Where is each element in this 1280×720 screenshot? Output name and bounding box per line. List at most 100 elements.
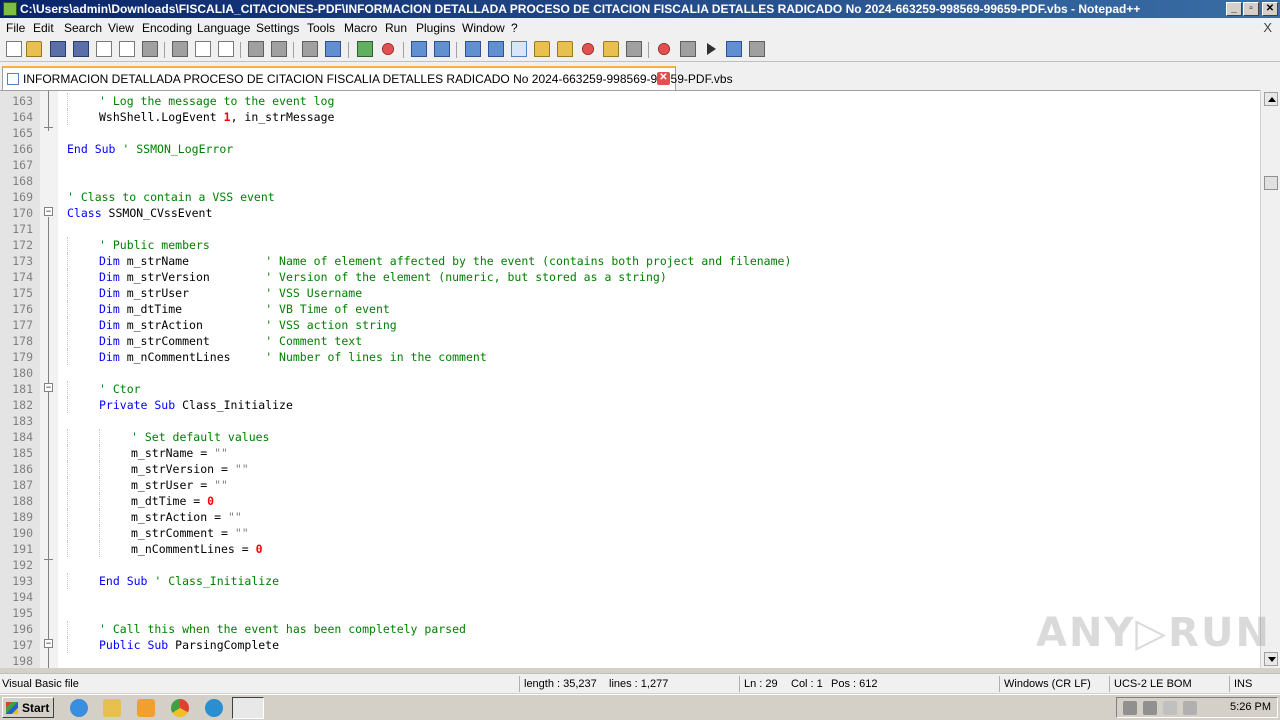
code-line[interactable]: 170 Class SSMON_CVssEvent bbox=[0, 205, 1260, 221]
play-macro-icon[interactable] bbox=[703, 41, 719, 57]
code-line[interactable]: 193 End Sub ' Class_Initialize bbox=[0, 573, 1260, 589]
code-line[interactable]: 191 m_nCommentLines = 0 bbox=[0, 541, 1260, 557]
minimize-button[interactable]: _ bbox=[1226, 2, 1242, 16]
code-line[interactable]: 187 m_strUser = "" bbox=[0, 477, 1260, 493]
security-icon[interactable] bbox=[1183, 701, 1197, 715]
close-document-x[interactable]: X bbox=[1263, 20, 1272, 35]
paste-icon[interactable] bbox=[218, 41, 234, 57]
cut-icon[interactable] bbox=[172, 41, 188, 57]
code-line[interactable]: 183 bbox=[0, 413, 1260, 429]
menu-language[interactable]: Language bbox=[197, 21, 250, 35]
document-map-icon[interactable] bbox=[557, 41, 573, 57]
user-language-icon[interactable] bbox=[534, 41, 550, 57]
scroll-thumb[interactable] bbox=[1264, 176, 1278, 190]
menu-view[interactable]: View bbox=[108, 21, 134, 35]
close-icon[interactable] bbox=[96, 41, 112, 57]
code-line[interactable]: 185 m_strName = "" bbox=[0, 445, 1260, 461]
menu-settings[interactable]: Settings bbox=[256, 21, 299, 35]
code-line[interactable]: 178 Dim m_strComment ' Comment text bbox=[0, 333, 1260, 349]
menu-search[interactable]: Search bbox=[64, 21, 102, 35]
menu-plugins[interactable]: Plugins bbox=[416, 21, 455, 35]
save-macro-icon[interactable] bbox=[749, 41, 765, 57]
code-editor[interactable]: − − − 163 ' Log the message to the event … bbox=[0, 90, 1280, 668]
sync-horizontal-icon[interactable] bbox=[434, 41, 450, 57]
menu-macro[interactable]: Macro bbox=[344, 21, 377, 35]
tab-document[interactable]: INFORMACION DETALLADA PROCESO DE CITACIO… bbox=[2, 66, 733, 90]
volume-icon[interactable] bbox=[1123, 701, 1137, 715]
notepadpp-taskbar-button[interactable] bbox=[232, 697, 264, 719]
clock[interactable]: 5:26 PM bbox=[1230, 701, 1271, 713]
find-icon[interactable] bbox=[302, 41, 318, 57]
code-line[interactable]: 173 Dim m_strName ' Name of element affec… bbox=[0, 253, 1260, 269]
code-line[interactable]: 174 Dim m_strVersion ' Version of the ele… bbox=[0, 269, 1260, 285]
menu-file[interactable]: File bbox=[6, 21, 25, 35]
code-line[interactable]: 171 bbox=[0, 221, 1260, 237]
new-file-icon[interactable] bbox=[6, 41, 22, 57]
stop-macro-icon[interactable] bbox=[680, 41, 696, 57]
function-list-icon[interactable] bbox=[582, 43, 594, 55]
vertical-scrollbar[interactable] bbox=[1260, 90, 1280, 668]
undo-icon[interactable] bbox=[248, 41, 264, 57]
code-line[interactable]: 164 WshShell.LogEvent 1, in_strMessage bbox=[0, 109, 1260, 125]
code-line[interactable]: 179 Dim m_nCommentLines ' Number of lines… bbox=[0, 349, 1260, 365]
show-all-characters-icon[interactable] bbox=[488, 41, 504, 57]
code-line[interactable]: 189 m_strAction = "" bbox=[0, 509, 1260, 525]
start-button[interactable]: Start bbox=[2, 697, 54, 718]
close-all-icon[interactable] bbox=[119, 41, 135, 57]
status-encoding[interactable]: UCS-2 LE BOM bbox=[1109, 676, 1229, 692]
tab-close-icon[interactable]: ✕ bbox=[657, 72, 670, 85]
zoom-in-icon[interactable] bbox=[357, 41, 373, 57]
menu-tools[interactable]: Tools bbox=[307, 21, 335, 35]
folder-as-workspace-icon[interactable] bbox=[603, 41, 619, 57]
word-wrap-icon[interactable] bbox=[465, 41, 481, 57]
network-icon[interactable] bbox=[1143, 701, 1157, 715]
edge-icon[interactable] bbox=[205, 699, 223, 717]
code-line[interactable]: 190 m_strComment = "" bbox=[0, 525, 1260, 541]
save-icon[interactable] bbox=[50, 41, 66, 57]
status-insert-mode[interactable]: INS bbox=[1229, 676, 1279, 692]
record-macro-icon[interactable] bbox=[658, 43, 670, 55]
code-line[interactable]: 172 ' Public members bbox=[0, 237, 1260, 253]
scroll-up-button[interactable] bbox=[1264, 92, 1278, 106]
menu-encoding[interactable]: Encoding bbox=[142, 21, 192, 35]
code-line[interactable]: 186 m_strVersion = "" bbox=[0, 461, 1260, 477]
code-line[interactable]: 165 bbox=[0, 125, 1260, 141]
code-line[interactable]: 163 ' Log the message to the event log bbox=[0, 93, 1260, 109]
maximize-button[interactable]: ▫ bbox=[1243, 2, 1259, 16]
media-player-icon[interactable] bbox=[137, 699, 155, 717]
monitoring-icon[interactable] bbox=[626, 41, 642, 57]
menu-help[interactable]: ? bbox=[511, 21, 518, 35]
menu-run[interactable]: Run bbox=[385, 21, 407, 35]
chrome-icon[interactable] bbox=[171, 699, 189, 717]
code-line[interactable]: 182 Private Sub Class_Initialize bbox=[0, 397, 1260, 413]
redo-icon[interactable] bbox=[271, 41, 287, 57]
run-macro-multiple-icon[interactable] bbox=[726, 41, 742, 57]
menu-window[interactable]: Window bbox=[462, 21, 505, 35]
replace-icon[interactable] bbox=[325, 41, 341, 57]
code-line[interactable]: 188 m_dtTime = 0 bbox=[0, 493, 1260, 509]
copy-icon[interactable] bbox=[195, 41, 211, 57]
code-line[interactable]: 169 ' Class to contain a VSS event bbox=[0, 189, 1260, 205]
code-line[interactable]: 175 Dim m_strUser ' VSS Username bbox=[0, 285, 1260, 301]
close-button[interactable]: ✕ bbox=[1262, 2, 1278, 16]
code-line[interactable]: 194 bbox=[0, 589, 1260, 605]
print-icon[interactable] bbox=[142, 41, 158, 57]
save-all-icon[interactable] bbox=[73, 41, 89, 57]
code-line[interactable]: 180 bbox=[0, 365, 1260, 381]
title-bar[interactable]: C:\Users\admin\Downloads\FISCALIA_CITACI… bbox=[0, 0, 1280, 18]
sync-vertical-icon[interactable] bbox=[411, 41, 427, 57]
code-line[interactable]: 167 bbox=[0, 157, 1260, 173]
code-line[interactable]: 168 bbox=[0, 173, 1260, 189]
explorer-icon[interactable] bbox=[103, 699, 121, 717]
flag-icon[interactable] bbox=[1163, 701, 1177, 715]
code-line[interactable]: 181 ' Ctor bbox=[0, 381, 1260, 397]
code-line[interactable]: 166 End Sub ' SSMON_LogError bbox=[0, 141, 1260, 157]
open-file-icon[interactable] bbox=[26, 41, 42, 57]
code-line[interactable]: 177 Dim m_strAction ' VSS action string bbox=[0, 317, 1260, 333]
code-line[interactable]: 192 bbox=[0, 557, 1260, 573]
code-line[interactable]: 184 ' Set default values bbox=[0, 429, 1260, 445]
zoom-out-icon[interactable] bbox=[382, 43, 394, 55]
code-line[interactable]: 176 Dim m_dtTime ' VB Time of event bbox=[0, 301, 1260, 317]
indent-guide-icon[interactable] bbox=[511, 41, 527, 57]
internet-explorer-icon[interactable] bbox=[70, 699, 88, 717]
